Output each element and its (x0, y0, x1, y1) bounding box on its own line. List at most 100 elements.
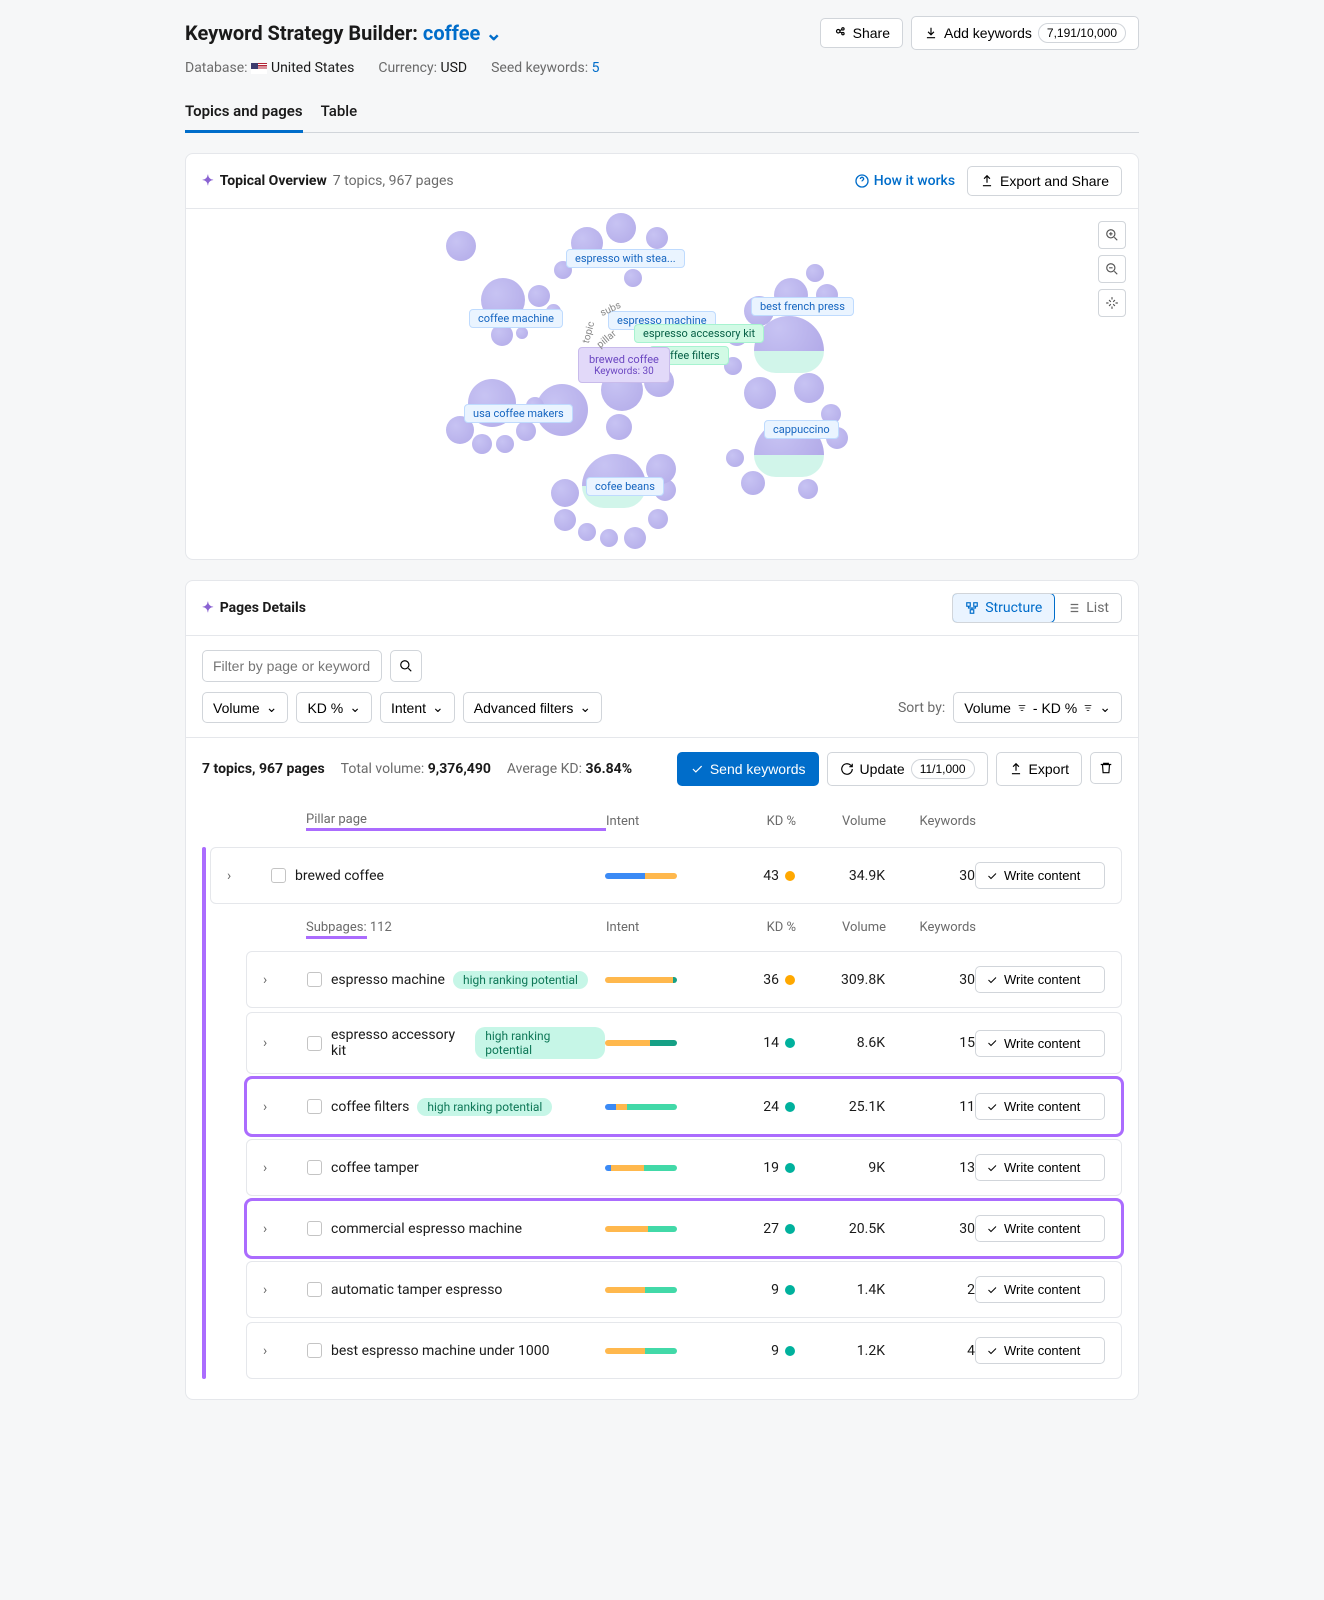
cluster-label[interactable]: cappuccino (764, 420, 839, 439)
export-icon (980, 174, 994, 188)
row-checkbox[interactable] (307, 1282, 322, 1297)
write-content-button[interactable]: Write content (975, 1276, 1105, 1303)
export-share-button[interactable]: Export and Share (967, 166, 1122, 196)
expand-icon[interactable]: › (263, 1282, 307, 1298)
col-pillar: Pillar page (306, 812, 606, 831)
intent-bar (605, 873, 677, 879)
row-checkbox[interactable] (307, 1099, 322, 1114)
tab-table[interactable]: Table (321, 92, 358, 132)
topical-overview-card: ✦ Topical Overview 7 topics, 967 pages H… (185, 153, 1139, 560)
expand-icon[interactable]: › (263, 1221, 307, 1237)
row-checkbox[interactable] (307, 1036, 322, 1051)
pillar-row[interactable]: › brewed coffee 43 34.9K 30 Write conten… (210, 847, 1122, 904)
kd-dot (785, 1346, 795, 1356)
intent-bar (605, 1040, 677, 1046)
ranking-badge: high ranking potential (417, 1098, 552, 1116)
chevron-down-icon: ⌄ (349, 699, 361, 716)
subpage-row[interactable]: › commercial espresso machine 27 20.5K 3… (246, 1200, 1122, 1257)
subpage-row[interactable]: › coffee filters high ranking potential … (246, 1078, 1122, 1135)
intent-bar (605, 977, 677, 983)
zoom-out-button[interactable] (1098, 255, 1126, 283)
kd-dot (785, 871, 795, 881)
kd-dot (785, 1285, 795, 1295)
intent-bar (605, 1287, 677, 1293)
view-list[interactable]: List (1054, 594, 1121, 622)
flag-us-icon (251, 63, 267, 74)
sparkle-icon: ✦ (202, 600, 214, 616)
keyword-count-pill: 7,191/10,000 (1038, 23, 1126, 43)
overview-title: ✦ Topical Overview 7 topics, 967 pages (202, 173, 454, 189)
view-toggle: Structure List (952, 593, 1122, 623)
subpage-row[interactable]: › coffee tamper 19 9K 13 Write content (246, 1139, 1122, 1196)
expand-icon[interactable]: › (263, 1343, 307, 1359)
search-button[interactable] (390, 650, 422, 682)
keyword-dropdown[interactable]: coffee ⌄ (423, 21, 502, 45)
topic-visualization[interactable]: espresso with stea... coffee machine usa… (186, 209, 1138, 559)
cluster-label[interactable]: best french press (751, 297, 854, 316)
row-checkbox[interactable] (307, 972, 322, 987)
recenter-button[interactable] (1098, 289, 1126, 317)
delete-button[interactable] (1090, 752, 1122, 784)
download-icon (924, 26, 938, 40)
main-tabs: Topics and pages Table (185, 92, 1139, 133)
intent-bar (605, 1104, 677, 1110)
chevron-down-icon: ⌄ (485, 21, 502, 45)
subpage-row[interactable]: › espresso machine high ranking potentia… (246, 951, 1122, 1008)
write-content-button[interactable]: Write content (975, 862, 1105, 889)
share-button[interactable]: Share (820, 18, 903, 48)
pillar-rail (202, 847, 206, 1379)
how-it-works-link[interactable]: How it works (854, 173, 955, 189)
row-checkbox[interactable] (307, 1343, 322, 1358)
row-checkbox[interactable] (307, 1221, 322, 1236)
zoom-in-button[interactable] (1098, 221, 1126, 249)
write-content-button[interactable]: Write content (975, 966, 1105, 993)
pages-details-card: ✦ Pages Details Structure List (185, 580, 1139, 1400)
expand-icon[interactable]: › (227, 868, 271, 884)
add-keywords-button[interactable]: Add keywords 7,191/10,000 (911, 16, 1139, 50)
write-content-button[interactable]: Write content (975, 1215, 1105, 1242)
share-icon (833, 26, 847, 40)
subpage-row[interactable]: › best espresso machine under 1000 9 1.2… (246, 1322, 1122, 1379)
view-structure[interactable]: Structure (952, 593, 1055, 623)
send-keywords-button[interactable]: Send keywords (677, 752, 819, 786)
pages-table: Pillar page Intent KD % Volume Keywords … (186, 800, 1138, 1399)
write-content-button[interactable]: Write content (975, 1030, 1105, 1057)
kd-dot (785, 1163, 795, 1173)
row-checkbox[interactable] (271, 868, 286, 883)
help-icon (854, 173, 870, 189)
intent-filter[interactable]: Intent ⌄ (380, 692, 455, 723)
cluster-label[interactable]: coffee machine (469, 309, 563, 328)
tab-topics-pages[interactable]: Topics and pages (185, 92, 303, 133)
ranking-badge: high ranking potential (475, 1027, 605, 1059)
row-checkbox[interactable] (307, 1160, 322, 1175)
export-button[interactable]: Export (996, 752, 1082, 786)
advanced-filters[interactable]: Advanced filters ⌄ (463, 692, 602, 723)
expand-icon[interactable]: › (263, 1099, 307, 1115)
write-content-button[interactable]: Write content (975, 1154, 1105, 1181)
volume-filter[interactable]: Volume ⌄ (202, 692, 288, 723)
subpage-row[interactable]: › automatic tamper espresso 9 1.4K 2 Wri… (246, 1261, 1122, 1318)
write-content-button[interactable]: Write content (975, 1093, 1105, 1120)
expand-icon[interactable]: › (263, 1160, 307, 1176)
cluster-label[interactable]: espresso accessory kit (634, 324, 764, 343)
kd-dot (785, 1102, 795, 1112)
ranking-badge: high ranking potential (453, 971, 588, 989)
filter-input[interactable] (202, 650, 382, 682)
cluster-label[interactable]: espresso with stea... (566, 249, 685, 268)
chevron-down-icon: ⌄ (579, 699, 591, 716)
expand-icon[interactable]: › (263, 972, 307, 988)
intent-bar (605, 1348, 677, 1354)
cluster-label[interactable]: usa coffee makers (464, 404, 573, 423)
write-content-button[interactable]: Write content (975, 1337, 1105, 1364)
sort-dropdown[interactable]: Volume - KD % ⌄ (953, 692, 1122, 723)
kd-filter[interactable]: KD % ⌄ (296, 692, 372, 723)
subpage-row[interactable]: › espresso accessory kit high ranking po… (246, 1012, 1122, 1074)
update-button[interactable]: Update 11/1,000 (827, 752, 988, 786)
chevron-down-icon: ⌄ (1099, 699, 1111, 716)
cluster-label[interactable]: cofee beans (586, 477, 664, 496)
cluster-main-label[interactable]: brewed coffee Keywords: 30 (578, 347, 670, 383)
seed-keywords-link[interactable]: 5 (592, 60, 600, 76)
expand-icon[interactable]: › (263, 1035, 307, 1051)
chevron-down-icon: ⌄ (432, 699, 444, 716)
details-title: ✦ Pages Details (202, 600, 306, 616)
